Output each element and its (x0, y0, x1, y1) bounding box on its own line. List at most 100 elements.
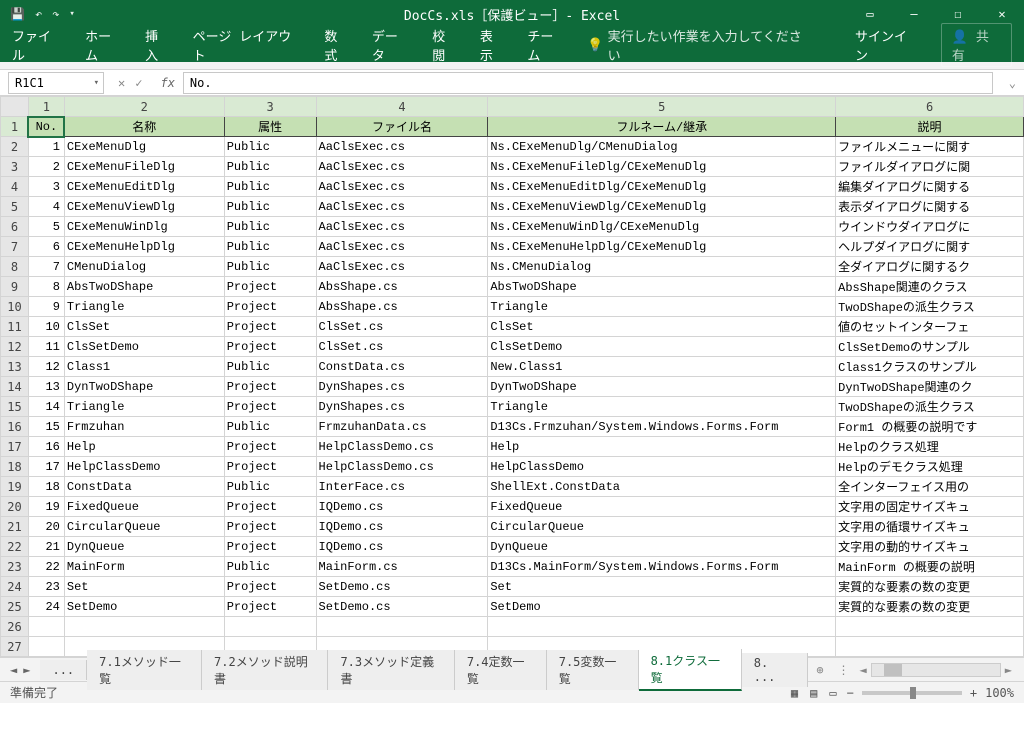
cell[interactable]: Class1クラスのサンプル (836, 357, 1024, 377)
cell[interactable]: 19 (28, 497, 64, 517)
col-header-6[interactable]: 6 (836, 97, 1024, 117)
cell[interactable]: ウインドウダイアログに (836, 217, 1024, 237)
cell[interactable]: ファイルメニューに関す (836, 137, 1024, 157)
cell[interactable]: ClsSetDemo (488, 337, 836, 357)
cell[interactable]: Triangle (488, 397, 836, 417)
row-header[interactable]: 6 (1, 217, 29, 237)
cell-full-header[interactable]: フルネーム/継承 (488, 117, 836, 137)
normal-view-icon[interactable]: ▦ (791, 686, 798, 700)
enter-icon[interactable]: ✓ (135, 76, 142, 90)
row-header[interactable]: 21 (1, 517, 29, 537)
zoom-level[interactable]: 100% (985, 686, 1014, 700)
row-header[interactable]: 9 (1, 277, 29, 297)
cell-name-header[interactable]: 名称 (64, 117, 224, 137)
cell[interactable]: Project (224, 457, 316, 477)
add-sheet-icon[interactable]: ⊕ (808, 663, 831, 677)
row-header[interactable]: 16 (1, 417, 29, 437)
row-header[interactable]: 1 (1, 117, 29, 137)
cell-desc-header[interactable]: 説明 (836, 117, 1024, 137)
cell[interactable]: 17 (28, 457, 64, 477)
cell[interactable]: Triangle (488, 297, 836, 317)
row-header[interactable]: 22 (1, 537, 29, 557)
tab-file[interactable]: ファイル (12, 26, 63, 64)
tab-insert[interactable]: 挿入 (145, 26, 171, 64)
tab-view[interactable]: 表示 (480, 26, 506, 64)
sheet-tab[interactable]: 7.3メソッド定義書 (328, 650, 454, 690)
cell[interactable]: 12 (28, 357, 64, 377)
cell[interactable]: Public (224, 237, 316, 257)
cell[interactable]: CExeMenuWinDlg (64, 217, 224, 237)
cell[interactable]: MainForm (64, 557, 224, 577)
cell[interactable]: AbsShape.cs (316, 297, 488, 317)
cell[interactable]: Ns.CExeMenuViewDlg/CExeMenuDlg (488, 197, 836, 217)
cell[interactable]: Ns.CMenuDialog (488, 257, 836, 277)
row-header[interactable]: 12 (1, 337, 29, 357)
cell[interactable]: Public (224, 177, 316, 197)
row-header[interactable]: 23 (1, 557, 29, 577)
cell[interactable]: D13Cs.MainForm/System.Windows.Forms.Form (488, 557, 836, 577)
cell[interactable]: 実質的な要素の数の変更 (836, 597, 1024, 617)
share-button[interactable]: 👤 共有 (941, 23, 1012, 67)
cell[interactable]: 21 (28, 537, 64, 557)
row-header[interactable]: 18 (1, 457, 29, 477)
tab-review[interactable]: 校閲 (432, 26, 458, 64)
cell[interactable]: 値のセットインターフェ (836, 317, 1024, 337)
cell[interactable]: D13Cs.Frmzuhan/System.Windows.Forms.Form (488, 417, 836, 437)
cell[interactable]: 14 (28, 397, 64, 417)
cell[interactable]: 1 (28, 137, 64, 157)
cell[interactable]: CExeMenuViewDlg (64, 197, 224, 217)
col-header-2[interactable]: 2 (64, 97, 224, 117)
row-header[interactable]: 19 (1, 477, 29, 497)
cell[interactable]: Helpのクラス処理 (836, 437, 1024, 457)
row-header[interactable]: 5 (1, 197, 29, 217)
row-header[interactable]: 3 (1, 157, 29, 177)
zoom-out-icon[interactable]: − (847, 686, 854, 700)
save-icon[interactable]: 💾 (10, 7, 25, 21)
worksheet-grid[interactable]: 1 2 3 4 5 6 1 No. 名称 属性 ファイル名 フルネーム/継承 説… (0, 96, 1024, 657)
cell[interactable]: Public (224, 417, 316, 437)
tab-page-layout[interactable]: ページ レイアウト (193, 26, 303, 64)
cell[interactable]: 全ダイアログに関するク (836, 257, 1024, 277)
tell-me[interactable]: 💡実行したい作業を入力してください (587, 26, 811, 64)
cell[interactable]: 文字用の循環サイズキュ (836, 517, 1024, 537)
cell[interactable]: 16 (28, 437, 64, 457)
zoom-in-icon[interactable]: + (970, 686, 977, 700)
page-break-icon[interactable]: ▭ (829, 686, 836, 700)
cell[interactable]: 18 (28, 477, 64, 497)
row-header[interactable]: 8 (1, 257, 29, 277)
cell[interactable]: 24 (28, 597, 64, 617)
cell[interactable]: 文字用の動的サイズキュ (836, 537, 1024, 557)
cell[interactable]: TwoDShapeの派生クラス (836, 297, 1024, 317)
row-header[interactable]: 11 (1, 317, 29, 337)
cell[interactable]: 6 (28, 237, 64, 257)
cell[interactable]: 22 (28, 557, 64, 577)
cell[interactable]: 実質的な要素の数の変更 (836, 577, 1024, 597)
cell[interactable]: Help (64, 437, 224, 457)
row-header[interactable]: 2 (1, 137, 29, 157)
cell[interactable]: ShellExt.ConstData (488, 477, 836, 497)
cell[interactable]: FrmzuhanData.cs (316, 417, 488, 437)
cell[interactable]: CExeMenuFileDlg (64, 157, 224, 177)
cell[interactable]: TwoDShapeの派生クラス (836, 397, 1024, 417)
cell[interactable]: ClsSet.cs (316, 337, 488, 357)
redo-icon[interactable]: ↷ (52, 7, 59, 21)
row-header[interactable]: 7 (1, 237, 29, 257)
col-header-3[interactable]: 3 (224, 97, 316, 117)
cell[interactable]: SetDemo (488, 597, 836, 617)
cell[interactable]: HelpClassDemo (64, 457, 224, 477)
cell[interactable]: CExeMenuHelpDlg (64, 237, 224, 257)
cell[interactable]: Project (224, 277, 316, 297)
cell[interactable]: IQDemo.cs (316, 497, 488, 517)
cell[interactable]: Project (224, 597, 316, 617)
row-header[interactable]: 27 (1, 637, 29, 657)
cell[interactable]: 文字用の固定サイズキュ (836, 497, 1024, 517)
cell[interactable]: AaClsExec.cs (316, 237, 488, 257)
cell[interactable]: 4 (28, 197, 64, 217)
cell[interactable]: HelpClassDemo.cs (316, 437, 488, 457)
cell[interactable]: AaClsExec.cs (316, 157, 488, 177)
cell[interactable]: IQDemo.cs (316, 537, 488, 557)
cell[interactable]: AaClsExec.cs (316, 217, 488, 237)
row-header[interactable]: 24 (1, 577, 29, 597)
name-box[interactable]: R1C1 (8, 72, 104, 94)
cell[interactable]: 20 (28, 517, 64, 537)
